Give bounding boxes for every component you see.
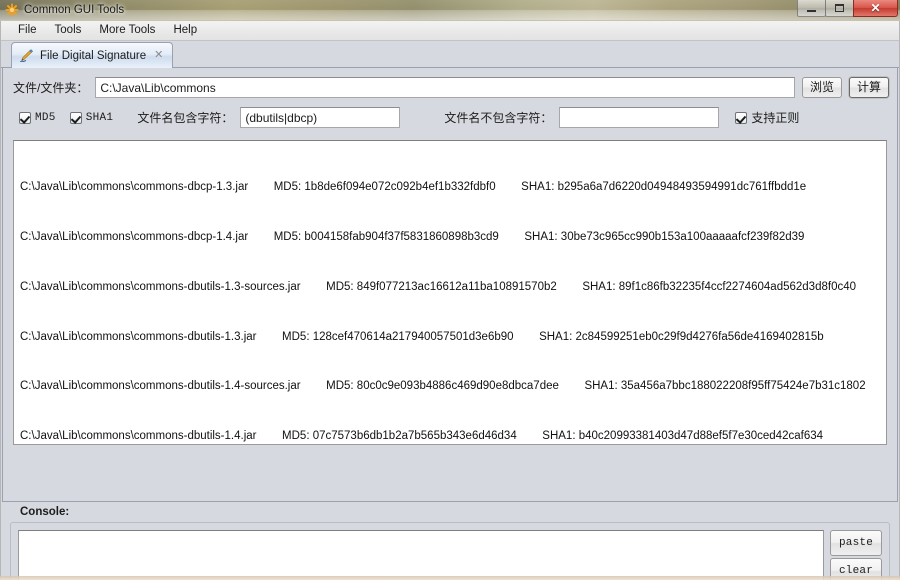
window-title: Common GUI Tools — [24, 0, 124, 20]
exclude-filter-input[interactable] — [559, 107, 719, 128]
regex-checkbox[interactable]: 支持正则 — [735, 109, 799, 126]
browse-button[interactable]: 浏览 — [802, 77, 842, 98]
md5-checkbox-box — [19, 112, 31, 124]
application-window: Common GUI Tools ✕ File Tools More Tools… — [0, 0, 900, 580]
result-line: C:\Java\Lib\commons\commons-dbutils-1.3.… — [20, 329, 880, 346]
maximize-icon — [835, 4, 844, 12]
window-controls: ✕ — [798, 0, 898, 20]
tab-close-icon[interactable]: ✕ — [154, 50, 163, 61]
tab-label: File Digital Signature — [40, 50, 146, 62]
path-row: 文件/文件夹： 浏览 计算 — [3, 68, 897, 98]
starburst-icon — [5, 3, 19, 17]
console-label: Console: — [10, 502, 890, 522]
menu-more-tools[interactable]: More Tools — [90, 23, 164, 39]
title-bar: Common GUI Tools ✕ — [0, 0, 900, 21]
console-textarea[interactable] — [18, 530, 824, 580]
include-filter-input[interactable] — [240, 107, 400, 128]
tab-file-digital-signature[interactable]: File Digital Signature ✕ — [11, 42, 173, 68]
maximize-button[interactable] — [825, 0, 854, 17]
md5-checkbox[interactable]: MD5 — [19, 112, 56, 124]
result-line: C:\Java\Lib\commons\commons-dbutils-1.3-… — [20, 279, 880, 296]
minimize-icon — [807, 10, 816, 12]
filter-row: MD5 SHA1 文件名包含字符： 文件名不包含字符： 支持正则 — [3, 98, 897, 128]
close-icon: ✕ — [870, 2, 880, 14]
result-line: C:\Java\Lib\commons\commons-dbcp-1.4.jar… — [20, 229, 880, 246]
include-filter-label: 文件名包含字符： — [137, 109, 233, 126]
minimize-button[interactable] — [797, 0, 826, 17]
tab-content-panel: 文件/文件夹： 浏览 计算 MD5 SHA1 文件名包含字符： 文件名不包含字符… — [2, 68, 898, 502]
console-buttons: paste clear — [830, 530, 882, 580]
compute-button[interactable]: 计算 — [849, 77, 889, 98]
results-area[interactable]: C:\Java\Lib\commons\commons-dbcp-1.3.jar… — [13, 140, 887, 445]
console-section: Console: paste clear — [2, 502, 898, 580]
menu-file[interactable]: File — [9, 23, 46, 39]
regex-checkbox-label: 支持正则 — [751, 109, 799, 126]
result-line: C:\Java\Lib\commons\commons-dbcp-1.3.jar… — [20, 179, 880, 196]
path-input[interactable] — [95, 77, 795, 98]
signature-pen-icon — [20, 49, 34, 62]
console-panel: paste clear — [10, 522, 890, 580]
results-text: C:\Java\Lib\commons\commons-dbcp-1.3.jar… — [14, 141, 886, 445]
title-bar-left: Common GUI Tools — [5, 0, 124, 20]
exclude-filter-label: 文件名不包含字符： — [444, 109, 552, 126]
tab-strip: File Digital Signature ✕ — [1, 41, 899, 68]
sha1-checkbox-box — [70, 112, 82, 124]
regex-checkbox-box — [735, 112, 747, 124]
menu-bar: File Tools More Tools Help — [1, 21, 899, 41]
menu-tools[interactable]: Tools — [46, 23, 91, 39]
sha1-checkbox[interactable]: SHA1 — [70, 112, 114, 124]
path-label: 文件/文件夹： — [13, 79, 88, 96]
window-body: File Tools More Tools Help File Digital … — [0, 21, 900, 580]
desktop-bottom-strip — [0, 576, 900, 580]
close-button[interactable]: ✕ — [853, 0, 898, 17]
result-line: C:\Java\Lib\commons\commons-dbutils-1.4.… — [20, 428, 880, 445]
result-line: C:\Java\Lib\commons\commons-dbutils-1.4-… — [20, 378, 880, 395]
menu-help[interactable]: Help — [164, 23, 206, 39]
paste-button[interactable]: paste — [830, 530, 882, 556]
md5-checkbox-label: MD5 — [35, 112, 56, 124]
sha1-checkbox-label: SHA1 — [86, 112, 114, 124]
